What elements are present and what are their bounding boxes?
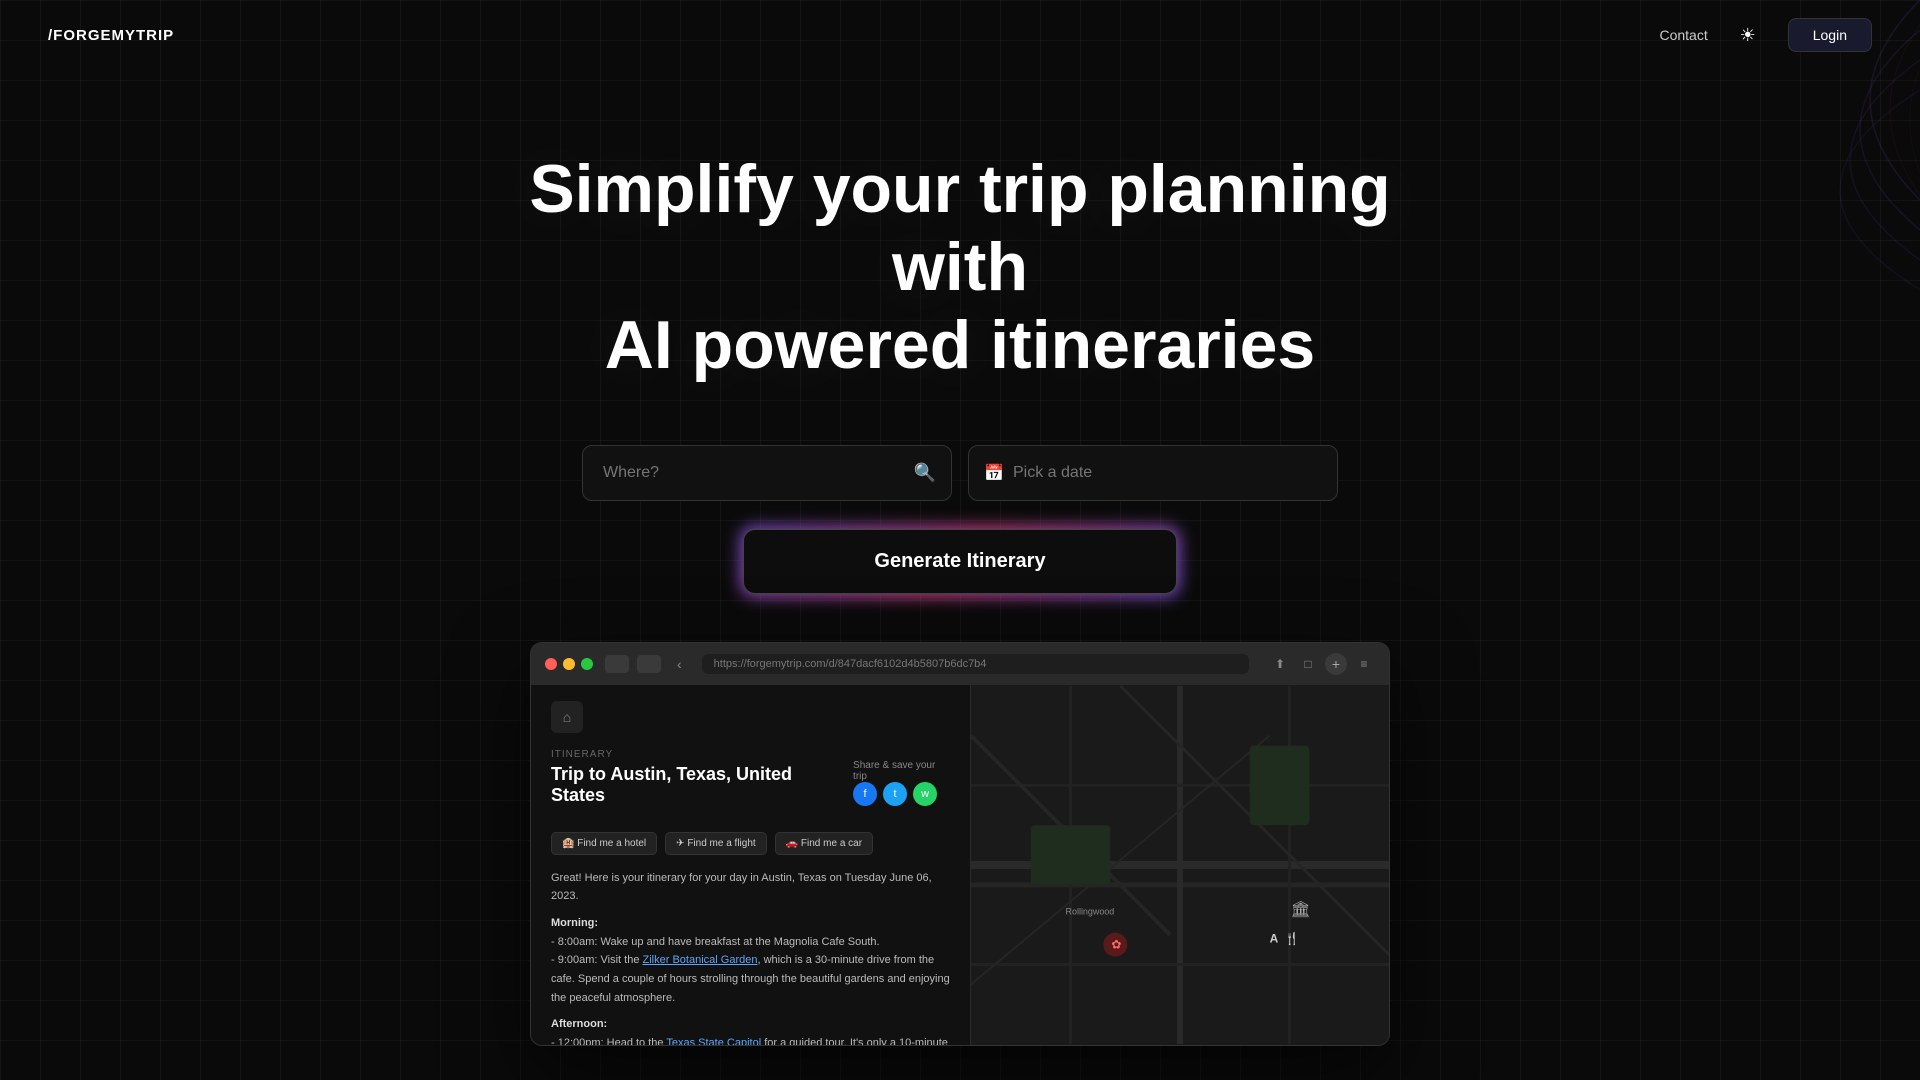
twitter-share-icon[interactable]: t — [883, 782, 907, 806]
itinerary-title: Trip to Austin, Texas, United States — [551, 764, 845, 806]
date-input-wrapper: 📅 — [968, 445, 1338, 501]
map-panel: Rollingwood ✿ 🏛 A 🍴 — [971, 685, 1389, 1045]
calendar-icon: 📅 — [984, 463, 1004, 483]
find-flight-button[interactable]: ✈ Find me a flight — [665, 832, 767, 855]
browser-actions: ⬆ □ + ≡ — [1269, 653, 1375, 675]
morning-title: Morning: — [551, 914, 950, 933]
browser-content: ⌂ Itinerary Trip to Austin, Texas, Unite… — [531, 685, 1389, 1045]
morning-item-1: - 8:00am: Wake up and have breakfast at … — [551, 933, 950, 952]
window-ctrl-1 — [605, 655, 629, 673]
zilker-link[interactable]: Zilker Botanical Garden — [643, 954, 758, 966]
svg-text:Rollingwood: Rollingwood — [1066, 906, 1115, 916]
logo: /FORGEMYTRIP — [48, 27, 174, 44]
generate-section: Generate Itinerary — [0, 529, 1920, 594]
minimize-button-dot[interactable] — [563, 658, 575, 670]
browser-titlebar: ‹ https://forgemytrip.com/d/847dacf6102d… — [531, 643, 1389, 685]
browser-bookmark-icon[interactable]: □ — [1297, 653, 1319, 675]
browser-menu-icon[interactable]: ≡ — [1353, 653, 1375, 675]
svg-text:🍴: 🍴 — [1285, 931, 1300, 945]
navbar: /FORGEMYTRIP Contact ☀ Login — [0, 0, 1920, 70]
contact-link[interactable]: Contact — [1659, 27, 1707, 43]
navbar-right: Contact ☀ Login — [1659, 18, 1872, 52]
window-ctrl-2 — [637, 655, 661, 673]
search-icon: 🔍 — [914, 462, 936, 483]
morning-item-2: - 9:00am: Visit the Zilker Botanical Gar… — [551, 951, 950, 1007]
browser-controls — [605, 655, 661, 673]
home-button[interactable]: ⌂ — [551, 701, 583, 733]
hero-section: Simplify your trip planning with AI powe… — [0, 70, 1920, 385]
capitol-link[interactable]: Texas State Capitol — [666, 1037, 761, 1045]
find-hotel-button[interactable]: 🏨 Find me a hotel — [551, 832, 657, 855]
afternoon-title: Afternoon: — [551, 1015, 950, 1034]
browser-mockup: ‹ https://forgemytrip.com/d/847dacf6102d… — [530, 642, 1390, 1046]
browser-traffic-lights — [545, 658, 593, 670]
generate-button-wrapper: Generate Itinerary — [743, 529, 1176, 594]
date-input[interactable] — [968, 445, 1338, 501]
itinerary-panel: ⌂ Itinerary Trip to Austin, Texas, Unite… — [531, 685, 971, 1045]
generate-itinerary-button[interactable]: Generate Itinerary — [743, 529, 1176, 594]
afternoon-item-1: - 12:00pm: Head to the Texas State Capit… — [551, 1034, 950, 1045]
search-section: 🔍 📅 — [0, 445, 1920, 501]
svg-text:🏛: 🏛 — [1290, 900, 1310, 918]
hero-title: Simplify your trip planning with AI powe… — [510, 150, 1410, 385]
browser-add-tab-button[interactable]: + — [1325, 653, 1347, 675]
login-button[interactable]: Login — [1788, 18, 1872, 52]
share-label: Share & save your trip — [853, 760, 950, 782]
close-button-dot[interactable] — [545, 658, 557, 670]
facebook-share-icon[interactable]: f — [853, 782, 877, 806]
map-view: Rollingwood ✿ 🏛 A 🍴 — [971, 685, 1389, 1045]
maximize-button-dot[interactable] — [581, 658, 593, 670]
svg-text:A: A — [1270, 931, 1279, 945]
share-icons: f t w — [853, 782, 950, 806]
browser-url-bar[interactable]: https://forgemytrip.com/d/847dacf6102d4b… — [702, 654, 1249, 674]
browser-share-icon[interactable]: ⬆ — [1269, 653, 1291, 675]
find-car-button[interactable]: 🚗 Find me a car — [775, 832, 873, 855]
where-input-wrapper: 🔍 — [582, 445, 952, 501]
where-input[interactable] — [582, 445, 952, 501]
whatsapp-share-icon[interactable]: w — [913, 782, 937, 806]
browser-back-button[interactable]: ‹ — [677, 656, 682, 672]
theme-toggle-button[interactable]: ☀ — [1732, 19, 1764, 51]
share-row: Itinerary Trip to Austin, Texas, United … — [551, 749, 950, 818]
intro-text: Great! Here is your itinerary for your d… — [551, 869, 950, 906]
itinerary-text: Great! Here is your itinerary for your d… — [551, 869, 950, 1045]
svg-text:✿: ✿ — [1111, 937, 1121, 951]
itinerary-label: Itinerary — [551, 749, 845, 760]
action-buttons: 🏨 Find me a hotel ✈ Find me a flight 🚗 F… — [551, 832, 950, 855]
